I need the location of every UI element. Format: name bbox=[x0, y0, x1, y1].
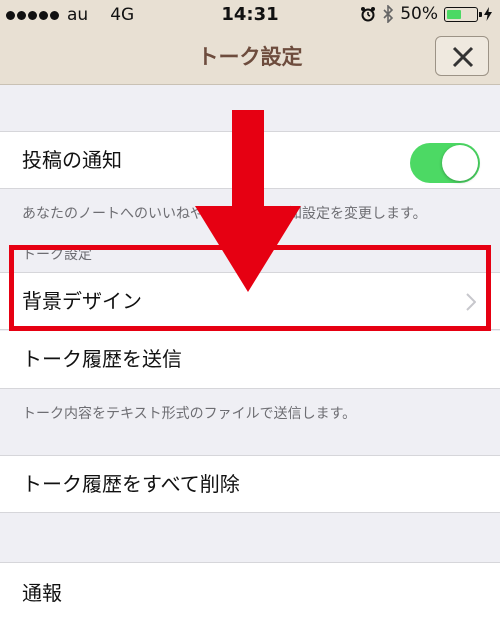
delete-history-row[interactable]: トーク履歴をすべて削除 bbox=[0, 455, 500, 513]
status-bar: au 4G 14:31 50% bbox=[0, 0, 500, 30]
battery-percent: 50% bbox=[400, 4, 438, 24]
report-label: 通報 bbox=[22, 581, 62, 605]
close-button[interactable] bbox=[435, 36, 489, 76]
battery-level bbox=[447, 9, 461, 19]
alarm-icon bbox=[361, 7, 376, 22]
toggle-knob bbox=[442, 145, 478, 181]
send-history-label: トーク履歴を送信 bbox=[22, 347, 182, 371]
send-history-note: トーク内容をテキスト形式のファイルで送信します。 bbox=[22, 406, 357, 422]
close-icon bbox=[452, 46, 474, 68]
page-title: トーク設定 bbox=[197, 45, 303, 69]
post-notification-toggle[interactable] bbox=[410, 143, 480, 183]
navigation-bar: トーク設定 bbox=[0, 30, 500, 85]
post-notification-label: 投稿の通知 bbox=[22, 148, 122, 172]
charging-icon bbox=[484, 7, 492, 21]
arrow-down-icon bbox=[195, 110, 301, 292]
send-history-row[interactable]: トーク履歴を送信 bbox=[0, 331, 500, 389]
battery-icon bbox=[444, 6, 482, 22]
bluetooth-icon bbox=[383, 5, 394, 23]
delete-history-label: トーク履歴をすべて削除 bbox=[22, 472, 240, 496]
report-row[interactable]: 通報 bbox=[0, 562, 500, 625]
